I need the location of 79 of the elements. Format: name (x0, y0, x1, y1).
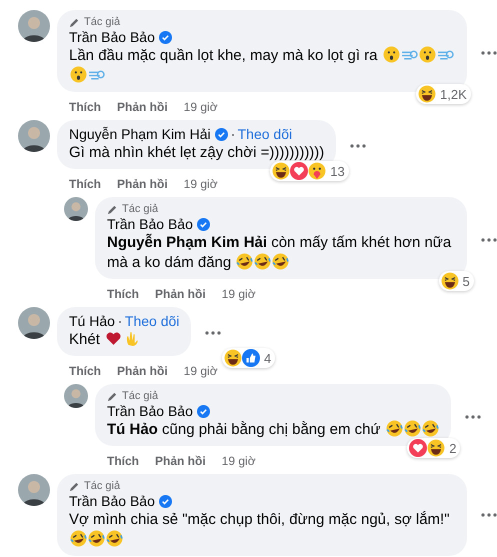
pen-icon (107, 204, 118, 215)
avatar[interactable] (18, 474, 50, 506)
reaction-summary[interactable]: 5 (438, 271, 474, 291)
laughing-tears-icon (386, 420, 403, 437)
reaction-summary[interactable]: 13 (270, 161, 349, 181)
comment-text: Tú Hảo cũng phải bằng chị bằng em chứ (107, 420, 439, 440)
comment-text: Lần đầu mặc quần lọt khe, may mà ko lọt gì ra (69, 46, 455, 86)
comment-text: Nguyễn Phạm Kim Hải còn mấy tấm khét hơn nữa mà a ko dám đăng (107, 233, 452, 273)
laughing-face-icon (224, 349, 242, 367)
pen-icon (107, 391, 118, 402)
laughing-face-icon (418, 85, 436, 103)
author-name[interactable]: Trần Bảo Bảo (107, 403, 193, 420)
timestamp: 19 giờ (184, 177, 218, 192)
author-label: Tác giả (84, 16, 120, 29)
author-name[interactable]: Tú Hảo (69, 313, 115, 330)
reply-link[interactable]: Phản hồi (117, 177, 168, 192)
surprised-face-icon (382, 46, 400, 63)
avatar[interactable] (18, 120, 50, 152)
reaction-summary[interactable]: 2 (407, 438, 460, 458)
laughing-tears-icon (272, 253, 290, 270)
author-label: Tác giả (122, 390, 158, 403)
like-link[interactable]: Thích (69, 364, 101, 379)
surprised-face-icon (70, 66, 87, 83)
author-label: Tác giả (122, 203, 158, 216)
like-link[interactable]: Thích (107, 287, 139, 302)
timestamp: 19 giờ (184, 100, 218, 115)
author-name[interactable]: Trần Bảo Bảo (69, 493, 155, 510)
more-icon[interactable] (481, 512, 497, 518)
like-link[interactable]: Thích (69, 177, 101, 192)
reply-link[interactable]: Phản hồi (117, 364, 168, 379)
laughing-face-icon (427, 439, 446, 457)
laughing-tears-icon (404, 420, 421, 437)
mention-link[interactable]: Nguyễn Phạm Kim Hải (107, 234, 268, 251)
heart-reaction-icon (290, 162, 308, 180)
laughing-tears-icon (70, 530, 87, 547)
reaction-summary[interactable]: 1,2K (416, 84, 471, 104)
heart-reaction-icon (409, 439, 428, 457)
reply-link[interactable]: Phản hồi (155, 454, 206, 469)
laughing-tears-icon (422, 420, 439, 437)
avatar[interactable] (18, 10, 50, 42)
laughing-tears-icon (88, 530, 105, 547)
avatar[interactable] (64, 197, 88, 221)
like-link[interactable]: Thích (107, 454, 139, 469)
laughing-tears-icon (236, 253, 254, 270)
laughing-face-icon (272, 162, 290, 180)
laughing-tears-icon (254, 253, 272, 270)
comment-text: Gì mà nhìn khét lẹt zậy chời =))))))))))) (69, 143, 324, 163)
avatar[interactable] (64, 384, 88, 408)
laughing-tears-icon (106, 530, 123, 547)
follow-link[interactable]: Theo dõi (124, 313, 180, 330)
more-icon[interactable] (350, 143, 366, 149)
more-icon[interactable] (464, 414, 481, 420)
timestamp: 19 giờ (222, 454, 256, 469)
author-name[interactable]: Trần Bảo Bảo (69, 29, 155, 46)
surprised-face-icon (418, 46, 436, 63)
like-link[interactable]: Thích (69, 100, 101, 115)
author-name[interactable]: Nguyễn Phạm Kim Hải (69, 126, 211, 143)
follow-link[interactable]: Theo dõi (238, 126, 292, 143)
reply-link[interactable]: Phản hồi (155, 287, 206, 302)
more-icon[interactable] (481, 50, 497, 56)
more-icon[interactable] (205, 330, 222, 336)
author-name[interactable]: Trần Bảo Bảo (107, 216, 193, 233)
reaction-summary[interactable]: 4 (222, 348, 276, 368)
separator-dot (118, 320, 121, 322)
author-label: Tác giả (84, 480, 120, 493)
comment-text: Vợ mình chia sẻ "mặc chụp thôi, đừng mặc ngủ, sợ lắm!" (69, 510, 455, 550)
thumbs-up-icon (242, 349, 260, 367)
comment-text: Khét (69, 330, 180, 350)
more-icon[interactable] (481, 236, 497, 242)
laughing-face-icon (440, 272, 458, 290)
pen-icon (69, 17, 80, 28)
heart-icon (105, 330, 122, 347)
mention-link[interactable]: Tú Hảo (107, 421, 158, 438)
avatar[interactable] (18, 307, 50, 339)
timestamp: 19 giờ (222, 287, 256, 302)
separator-dot (232, 134, 234, 136)
timestamp: 19 giờ (184, 364, 218, 379)
reply-link[interactable]: Phản hồi (117, 100, 168, 115)
pen-icon (69, 481, 80, 492)
